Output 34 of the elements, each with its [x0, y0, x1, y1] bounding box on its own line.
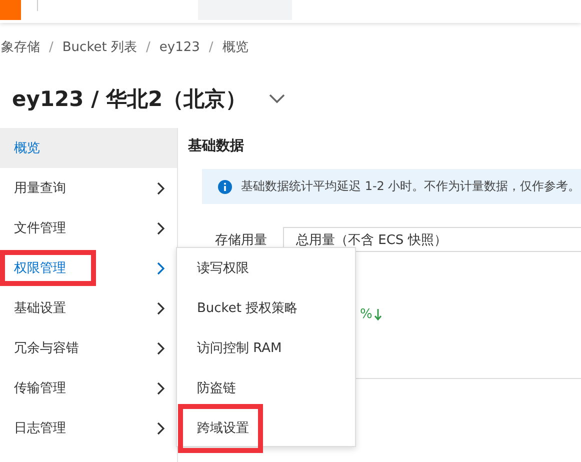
sidebar-item[interactable]: 基础设置: [0, 288, 177, 328]
sidebar-item[interactable]: 概览: [0, 128, 177, 168]
section-title: 基础数据: [188, 137, 245, 156]
chevron-right-icon: [157, 262, 165, 274]
sidebar-item[interactable]: 文件管理: [0, 208, 177, 248]
sidebar-item[interactable]: 权限管理: [0, 248, 177, 288]
breadcrumb-link[interactable]: ey123: [159, 40, 200, 54]
change-text: %: [360, 307, 372, 322]
sidebar-item[interactable]: 日志管理: [0, 408, 177, 448]
storage-label: 存储用量: [214, 232, 268, 248]
info-icon: [218, 180, 232, 194]
submenu-item[interactable]: Bucket 授权策略: [177, 288, 355, 328]
down-arrow-icon: [374, 308, 382, 320]
chevron-right-icon: [157, 182, 165, 194]
breadcrumb-separator: /: [49, 40, 54, 54]
breadcrumb-link[interactable]: 概览: [222, 38, 248, 56]
chevron-right-icon: [157, 422, 165, 434]
bucket-title: ey123 / 华北2（北京）: [12, 86, 247, 113]
sidebar-item[interactable]: 传输管理: [0, 368, 177, 408]
submenu-item[interactable]: 跨域设置: [177, 408, 355, 448]
chevron-right-icon: [157, 222, 165, 234]
chevron-right-icon: [157, 382, 165, 394]
submenu-item[interactable]: 访问控制 RAM: [177, 328, 355, 368]
sidebar-item[interactable]: 冗余与容错: [0, 328, 177, 368]
breadcrumb-separator: /: [146, 40, 150, 54]
chevron-right-icon: [157, 302, 165, 314]
chevron-right-icon: [157, 342, 165, 354]
breadcrumb-link[interactable]: 象存储: [1, 38, 40, 56]
breadcrumb-separator: /: [208, 40, 214, 54]
submenu-item[interactable]: 防盗链: [177, 368, 355, 408]
sidebar-item[interactable]: 用量查询: [0, 168, 177, 208]
breadcrumb-link[interactable]: Bucket 列表: [62, 38, 137, 56]
info-text: 基础数据统计平均延迟 1-2 小时。不作为计量数据，仅作参考。: [241, 178, 580, 195]
chevron-down-icon[interactable]: [268, 94, 285, 104]
